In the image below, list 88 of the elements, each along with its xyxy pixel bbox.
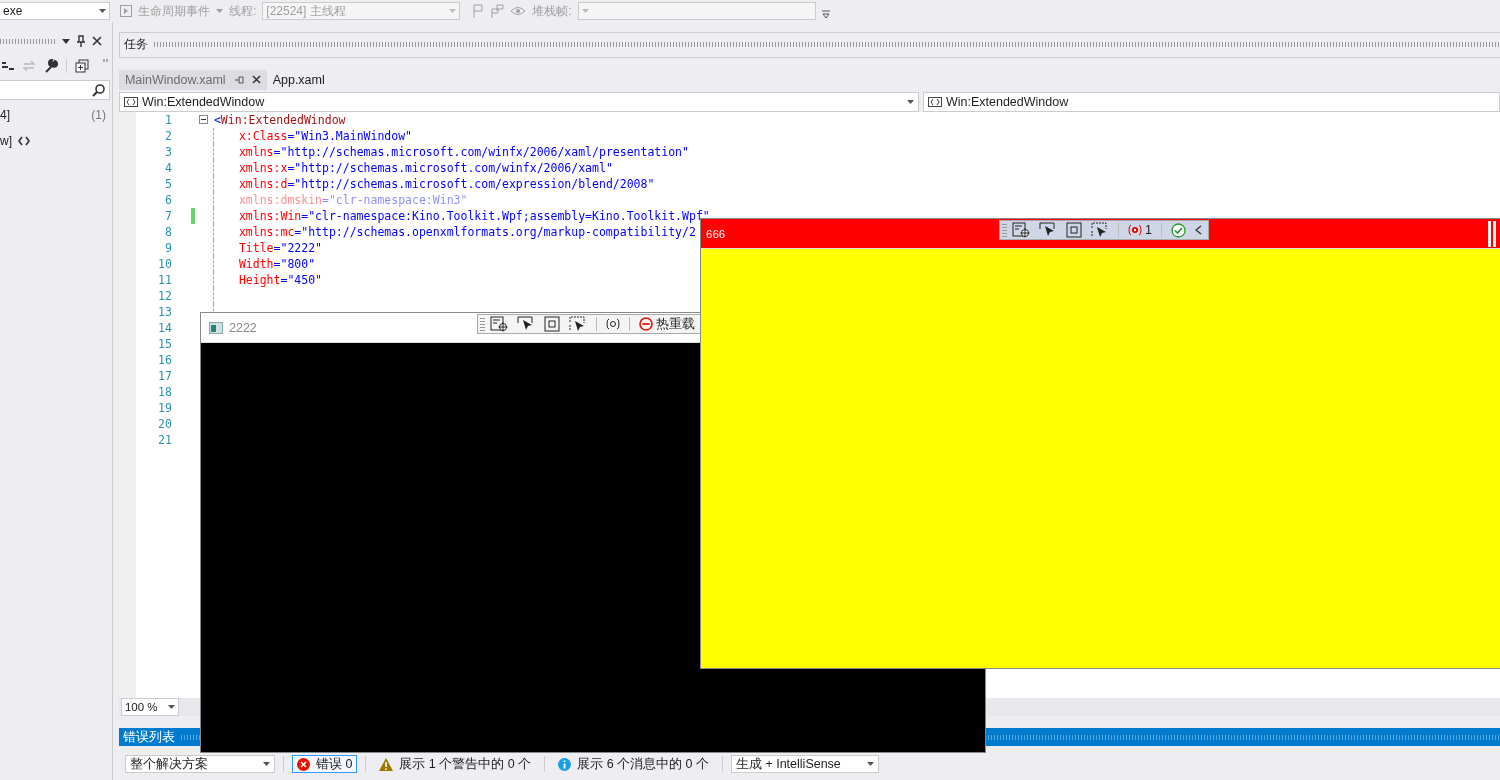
line-number: 2 bbox=[164, 128, 172, 143]
select-element-icon[interactable] bbox=[1012, 222, 1030, 238]
line-number: 14 bbox=[157, 320, 172, 335]
line-number: 7 bbox=[164, 208, 172, 223]
thread-label: 线程: bbox=[229, 2, 257, 20]
close-icon[interactable] bbox=[251, 75, 261, 85]
code-line: xmlns:d="http://schemas.microsoft.com/expression/blend/2008" bbox=[237, 176, 655, 191]
search-icon[interactable] bbox=[92, 83, 105, 97]
errors-button[interactable]: 错误 0 bbox=[291, 755, 358, 774]
code-line: xmlns:mc="http://schemas.openxmlformats.org/markup-compatibility/2 bbox=[237, 224, 696, 239]
code-line: x:Class="Win3.MainWindow" bbox=[237, 128, 412, 143]
info-icon[interactable] bbox=[558, 757, 572, 771]
caret-icon[interactable] bbox=[167, 705, 175, 710]
caret-icon[interactable] bbox=[99, 9, 106, 13]
cursor-icon[interactable] bbox=[517, 316, 535, 332]
square-icon[interactable] bbox=[544, 316, 560, 332]
select-element-icon[interactable] bbox=[490, 316, 508, 332]
line-number: 19 bbox=[157, 400, 172, 415]
search-field[interactable] bbox=[0, 80, 110, 100]
caret-icon[interactable] bbox=[262, 762, 270, 767]
line-number: 16 bbox=[157, 352, 172, 367]
code-line: <Win:ExtendedWindow bbox=[213, 112, 346, 127]
code-icon[interactable] bbox=[123, 96, 138, 107]
tree-item[interactable]: 4] bbox=[0, 108, 10, 122]
stack-frame-label: 堆栈帧: bbox=[532, 2, 572, 20]
line-number: 20 bbox=[157, 416, 172, 431]
caret-icon[interactable] bbox=[866, 762, 874, 767]
list-icon[interactable] bbox=[2, 61, 14, 71]
window-icon bbox=[209, 321, 223, 334]
caret-icon[interactable] bbox=[906, 99, 914, 104]
panel-title: 错误列表 bbox=[122, 728, 175, 746]
tree-item[interactable]: w] bbox=[0, 134, 12, 148]
line-number: 11 bbox=[157, 272, 172, 287]
code-line: Title="2222" bbox=[237, 240, 322, 255]
window-title: 666 bbox=[706, 227, 726, 240]
code-line: xmlns:Win="clr-namespace:Kino.Toolkit.Wpf;assembly=Kino.Toolkit.Wpf" bbox=[237, 208, 710, 223]
cursor-icon[interactable] bbox=[1039, 222, 1057, 238]
document-tab[interactable]: MainWindow.xaml bbox=[118, 69, 267, 90]
collapse-icon[interactable] bbox=[198, 115, 208, 125]
line-number: 4 bbox=[164, 160, 172, 175]
pin-icon[interactable] bbox=[76, 35, 86, 47]
window-title: 2222 bbox=[229, 320, 257, 335]
hot-reload-button[interactable]: 热重载 bbox=[639, 315, 695, 333]
code-line: Height="450" bbox=[237, 272, 322, 287]
document-tab[interactable]: App.xaml bbox=[266, 69, 331, 90]
source-combo[interactable]: 生成 + IntelliSense bbox=[730, 755, 879, 774]
code-line: xmlns:dmskin="clr-namespace:Win3" bbox=[237, 192, 468, 207]
warnings-button[interactable]: 展示 1 个警告中的 0 个 bbox=[374, 755, 537, 774]
overflow-icon[interactable] bbox=[821, 10, 830, 18]
line-number: 15 bbox=[157, 336, 172, 351]
code-icon[interactable] bbox=[927, 96, 942, 107]
collapse-toolbar-icon[interactable] bbox=[1194, 225, 1202, 235]
warning-icon[interactable] bbox=[379, 757, 394, 771]
dropdown-icon[interactable] bbox=[62, 38, 70, 44]
wrench-icon[interactable] bbox=[44, 59, 58, 73]
panel-title: 任务 bbox=[123, 36, 148, 54]
line-number: 5 bbox=[164, 176, 172, 191]
binding-error-icon[interactable] bbox=[1128, 224, 1142, 236]
line-number: 21 bbox=[157, 432, 172, 447]
binding-icon[interactable] bbox=[606, 318, 620, 330]
zoom-combo[interactable]: 100 % bbox=[120, 698, 179, 717]
line-number: 18 bbox=[157, 384, 172, 399]
stop-icon[interactable] bbox=[639, 317, 653, 331]
member-combo[interactable]: Win:ExtendedWindow bbox=[922, 91, 1500, 112]
binding-errors-button[interactable]: 1 bbox=[1128, 223, 1152, 237]
line-number: 3 bbox=[164, 144, 172, 159]
code-line: Width="800" bbox=[237, 256, 316, 271]
messages-button[interactable]: 展示 6 个消息中的 0 个 bbox=[553, 755, 714, 774]
line-number: 8 bbox=[164, 224, 172, 239]
line-number: 12 bbox=[157, 288, 172, 303]
line-number: 9 bbox=[164, 240, 172, 255]
line-number: 1 bbox=[164, 112, 172, 127]
close-icon[interactable] bbox=[92, 36, 102, 46]
item-count: (1) bbox=[91, 108, 106, 122]
line-number: 10 bbox=[157, 256, 172, 271]
scope-combo[interactable]: 整个解决方案 bbox=[124, 755, 275, 774]
code-line: xmlns="http://schemas.microsoft.com/winfx/2006/xaml/presentation" bbox=[237, 144, 689, 159]
line-number: 6 bbox=[164, 192, 172, 207]
square-icon[interactable] bbox=[1066, 222, 1082, 238]
line-number: 17 bbox=[157, 368, 172, 383]
code-icon[interactable] bbox=[18, 136, 30, 146]
resize-grip-icon[interactable] bbox=[1488, 221, 1498, 247]
check-icon[interactable] bbox=[1170, 222, 1186, 238]
windows-icon[interactable] bbox=[75, 59, 89, 73]
code-line: xmlns:x="http://schemas.microsoft.com/winfx/2006/xaml" bbox=[237, 160, 613, 175]
error-icon[interactable] bbox=[296, 757, 310, 771]
line-number: 13 bbox=[157, 304, 172, 319]
type-combo[interactable]: Win:ExtendedWindow bbox=[118, 91, 919, 112]
